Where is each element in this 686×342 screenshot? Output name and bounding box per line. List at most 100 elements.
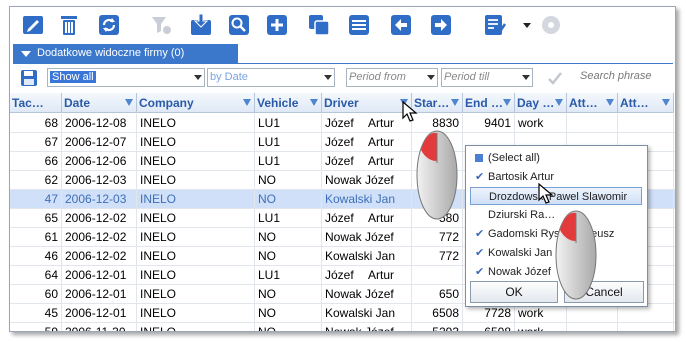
filter-option-label: Dziurski Ra… bbox=[488, 209, 556, 221]
table-cell: 66 bbox=[10, 152, 62, 170]
refresh-icon[interactable] bbox=[96, 12, 122, 38]
filter-icon[interactable] bbox=[310, 99, 318, 106]
delete-icon[interactable] bbox=[56, 12, 82, 38]
table-cell: 68 bbox=[10, 114, 62, 132]
import-icon[interactable] bbox=[188, 12, 214, 38]
cell-text: 65 bbox=[44, 211, 58, 225]
table-cell: 2006-12-01 bbox=[62, 304, 137, 322]
filter-icon[interactable] bbox=[503, 99, 511, 106]
table-cell: 650 bbox=[412, 285, 463, 303]
chevron-down-icon[interactable] bbox=[514, 12, 531, 38]
cell-text: Józef bbox=[325, 135, 354, 149]
filter-icon[interactable] bbox=[555, 99, 563, 106]
table-cell: 9401 bbox=[463, 114, 515, 132]
column-header[interactable]: Company bbox=[137, 93, 255, 113]
checklist-icon[interactable] bbox=[482, 12, 508, 38]
table-cell: 67 bbox=[10, 133, 62, 151]
apply-check-icon[interactable] bbox=[547, 70, 563, 86]
filter-icon[interactable] bbox=[606, 99, 614, 106]
save-icon[interactable] bbox=[19, 68, 39, 88]
date-filter-select[interactable]: by Date bbox=[207, 68, 335, 87]
cell-text: Kowalski Jan bbox=[325, 306, 396, 320]
table-row[interactable]: 59 2006-11-30 INELO NO Nowak Józef 5293 6508 wo… bbox=[10, 323, 675, 332]
column-header[interactable]: End … bbox=[463, 93, 515, 113]
view-select[interactable]: Show all bbox=[47, 68, 205, 87]
column-header[interactable]: Vehicle bbox=[255, 93, 322, 113]
cell-text: INELO bbox=[140, 306, 177, 320]
period-from-field[interactable]: Period from bbox=[346, 68, 438, 87]
table-cell: work bbox=[515, 114, 567, 132]
period-till-field[interactable]: Period till bbox=[441, 68, 533, 87]
column-header-label: Driver bbox=[324, 96, 359, 110]
cell-text: 2006-12-06 bbox=[65, 154, 127, 168]
column-header[interactable]: Driver bbox=[322, 93, 412, 113]
cell-text: 650 bbox=[438, 287, 459, 301]
mouse-cursor-icon bbox=[402, 100, 418, 126]
table-cell: INELO bbox=[137, 171, 255, 189]
mouse-illustration bbox=[552, 205, 600, 306]
search-icon[interactable] bbox=[226, 12, 252, 38]
table-cell: LU1 bbox=[255, 133, 322, 151]
filter-option[interactable]: Drozdowski Pawel Slawomir bbox=[470, 187, 642, 205]
table-cell: Józef Artur bbox=[322, 266, 412, 284]
cell-text: NO bbox=[258, 249, 276, 263]
search-input[interactable]: Search phrase bbox=[576, 68, 675, 87]
column-header[interactable]: Att… bbox=[618, 93, 674, 113]
table-cell: NO bbox=[255, 190, 322, 208]
column-header[interactable]: Day … bbox=[515, 93, 567, 113]
cell-text: NO bbox=[258, 192, 276, 206]
ok-button[interactable]: OK bbox=[470, 281, 558, 303]
filter-icon[interactable] bbox=[125, 99, 133, 106]
disc-disabled-icon bbox=[538, 12, 564, 38]
select-all-icon bbox=[475, 154, 483, 162]
column-header-label: Att… bbox=[569, 96, 598, 110]
table-cell: 6508 bbox=[463, 323, 515, 332]
table-cell: INELO bbox=[137, 247, 255, 265]
filter-icon[interactable] bbox=[662, 99, 670, 106]
table-cell: Nowak Józef bbox=[322, 323, 412, 332]
cell-text: Józef bbox=[325, 154, 354, 168]
column-header[interactable]: Att… bbox=[567, 93, 618, 113]
collapse-arrow-icon bbox=[21, 51, 31, 57]
cell-text: 5293 bbox=[432, 325, 459, 332]
cell-text: INELO bbox=[140, 287, 177, 301]
table-cell: LU1 bbox=[255, 266, 322, 284]
table-cell: NO bbox=[255, 285, 322, 303]
divider bbox=[13, 63, 673, 64]
cell-text: work bbox=[518, 306, 544, 320]
column-header-label: Company bbox=[139, 96, 194, 110]
cell-text: Józef bbox=[325, 268, 354, 282]
table-cell bbox=[567, 114, 618, 132]
column-header[interactable]: Date bbox=[62, 93, 137, 113]
filter-option[interactable]: (Select all) bbox=[470, 149, 642, 167]
copy-icon[interactable] bbox=[306, 12, 332, 38]
cell-text: 64 bbox=[44, 268, 58, 282]
table-row[interactable]: 68 2006-12-08 INELO LU1 Józef Artur 8830 9401 wo… bbox=[10, 114, 675, 133]
cell-text: Artur bbox=[368, 154, 395, 168]
cell-text: 772 bbox=[438, 249, 459, 263]
cell-text: Nowak Józef bbox=[325, 325, 394, 332]
table-cell: 2006-12-01 bbox=[62, 266, 137, 284]
column-header[interactable]: Star… bbox=[412, 93, 463, 113]
filter-icon[interactable] bbox=[451, 99, 459, 106]
driver-icon[interactable] bbox=[346, 12, 372, 38]
checkmark-icon: ✔ bbox=[475, 247, 485, 259]
filter-option[interactable]: ✔ Bartosik Artur bbox=[470, 168, 642, 186]
filter-icon[interactable] bbox=[243, 99, 251, 106]
table-cell: 2006-12-03 bbox=[62, 171, 137, 189]
column-header-label: Att… bbox=[620, 96, 649, 110]
add-icon[interactable] bbox=[264, 12, 290, 38]
table-cell: Nowak Józef bbox=[322, 171, 412, 189]
company-section-toggle[interactable]: Dodatkowe widoczne firmy (0) bbox=[13, 44, 238, 63]
forward-arrow-icon[interactable] bbox=[428, 12, 454, 38]
cell-text: Artur bbox=[368, 135, 395, 149]
table-cell: INELO bbox=[137, 228, 255, 246]
column-header[interactable]: Tac… bbox=[10, 93, 62, 113]
cell-text: 2006-12-02 bbox=[65, 211, 127, 225]
table-cell bbox=[412, 266, 463, 284]
edit-icon[interactable] bbox=[20, 12, 46, 38]
cell-text: 6508 bbox=[484, 325, 511, 332]
back-arrow-icon[interactable] bbox=[388, 12, 414, 38]
table-cell: INELO bbox=[137, 114, 255, 132]
cell-text: INELO bbox=[140, 154, 177, 168]
